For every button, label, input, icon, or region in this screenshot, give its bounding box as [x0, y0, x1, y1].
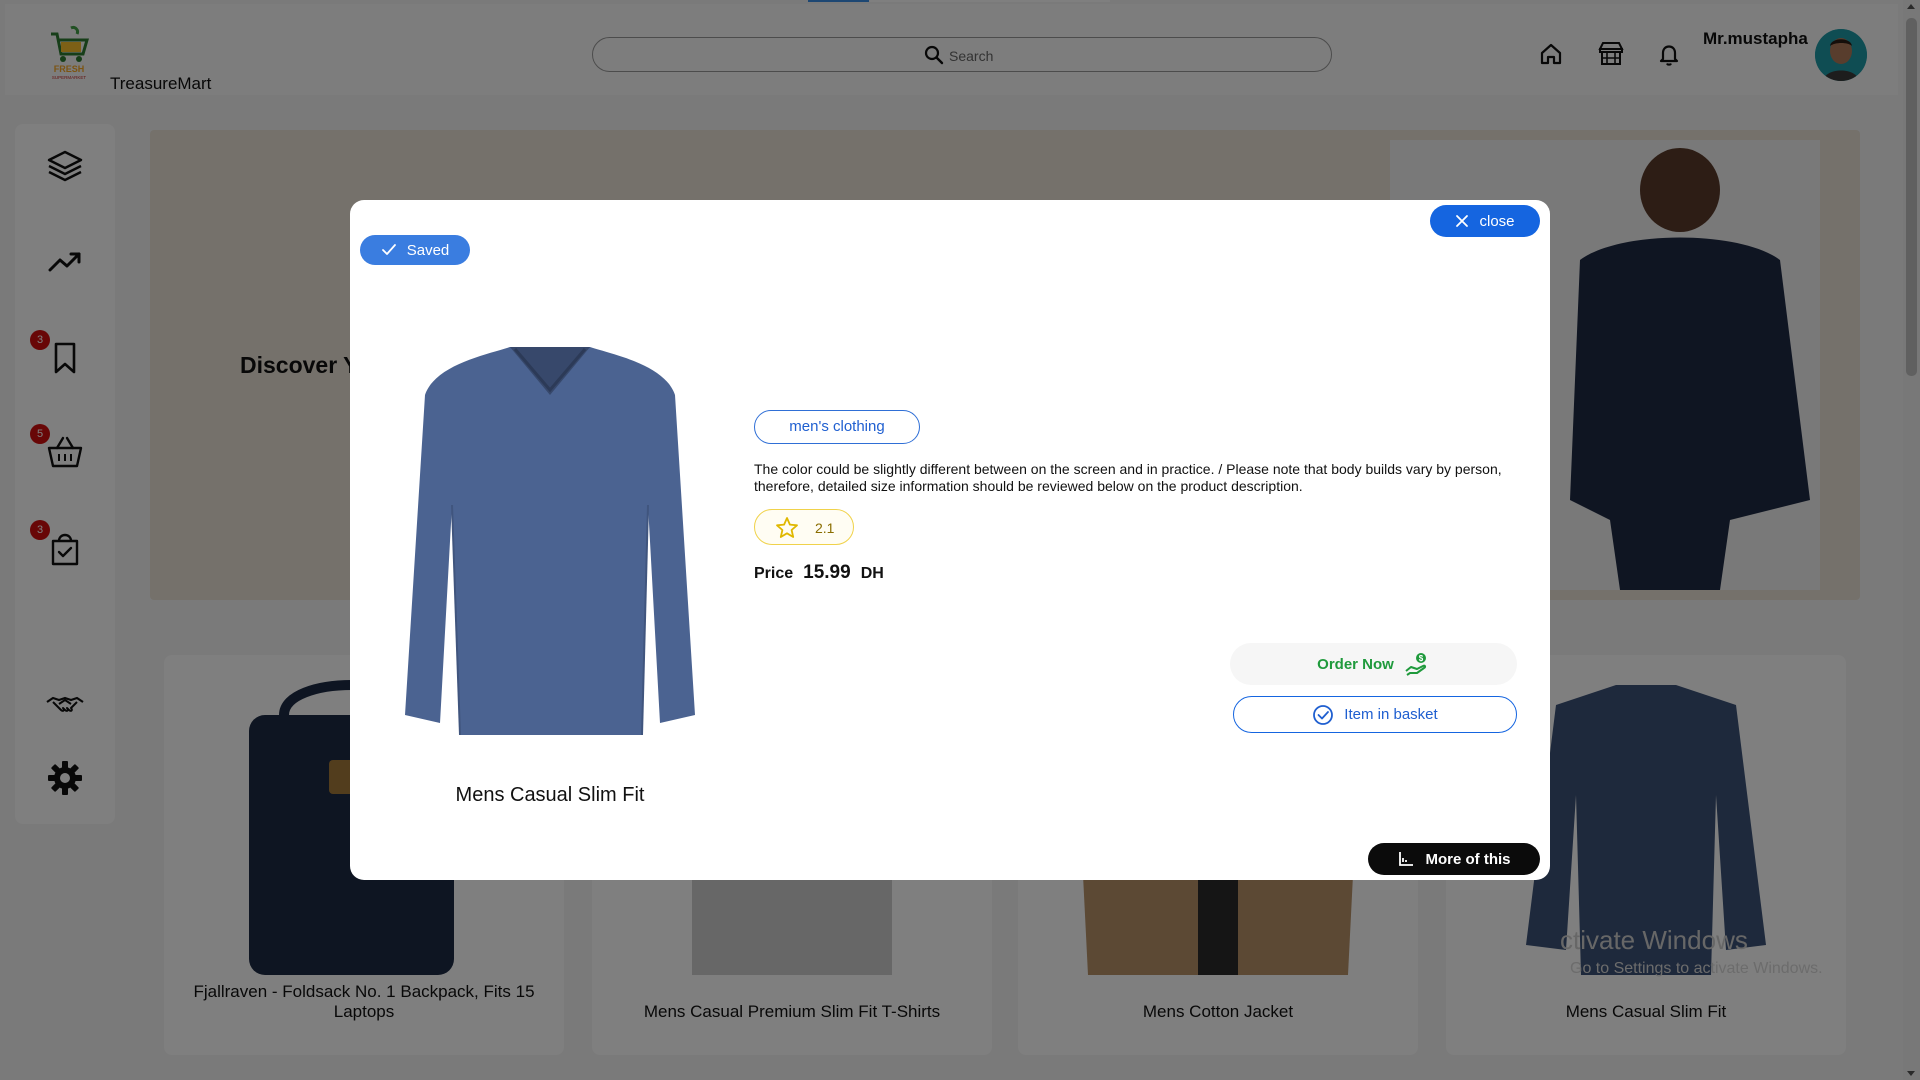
item-in-basket-label: Item in basket [1344, 706, 1438, 723]
check-icon [381, 244, 396, 255]
order-now-button[interactable]: Order Now $ [1230, 643, 1517, 685]
saved-label: Saved [406, 241, 450, 259]
more-of-this-button[interactable]: More of this [1368, 843, 1540, 875]
product-image [390, 335, 710, 736]
rating-value: 2.1 [815, 520, 835, 536]
svg-text:$: $ [1419, 654, 1424, 663]
close-button[interactable]: close [1430, 205, 1540, 237]
price-label: Price [754, 565, 794, 582]
product-description: The color could be slightly different be… [754, 461, 1502, 494]
price-value: 15.99 [803, 562, 851, 583]
price-row: Price 15.99 DH [754, 562, 884, 584]
star-icon [775, 516, 799, 545]
price-currency: DH [860, 565, 884, 582]
product-modal: Saved close Mens Casual Slim Fit men's c… [350, 200, 1550, 880]
rating-badge: 2.1 [754, 509, 854, 545]
saved-button[interactable]: Saved [360, 235, 470, 265]
chart-icon [1398, 852, 1413, 866]
order-now-label: Order Now [1317, 655, 1394, 673]
check-circle-icon [1313, 704, 1334, 725]
close-label: close [1479, 212, 1515, 230]
product-name: Mens Casual Slim Fit [455, 784, 645, 806]
item-in-basket-button[interactable]: Item in basket [1233, 696, 1517, 733]
hand-money-icon: $ [1405, 653, 1426, 676]
category-tag[interactable]: men's clothing [754, 410, 920, 444]
close-icon [1456, 215, 1469, 227]
more-of-this-label: More of this [1425, 850, 1511, 868]
